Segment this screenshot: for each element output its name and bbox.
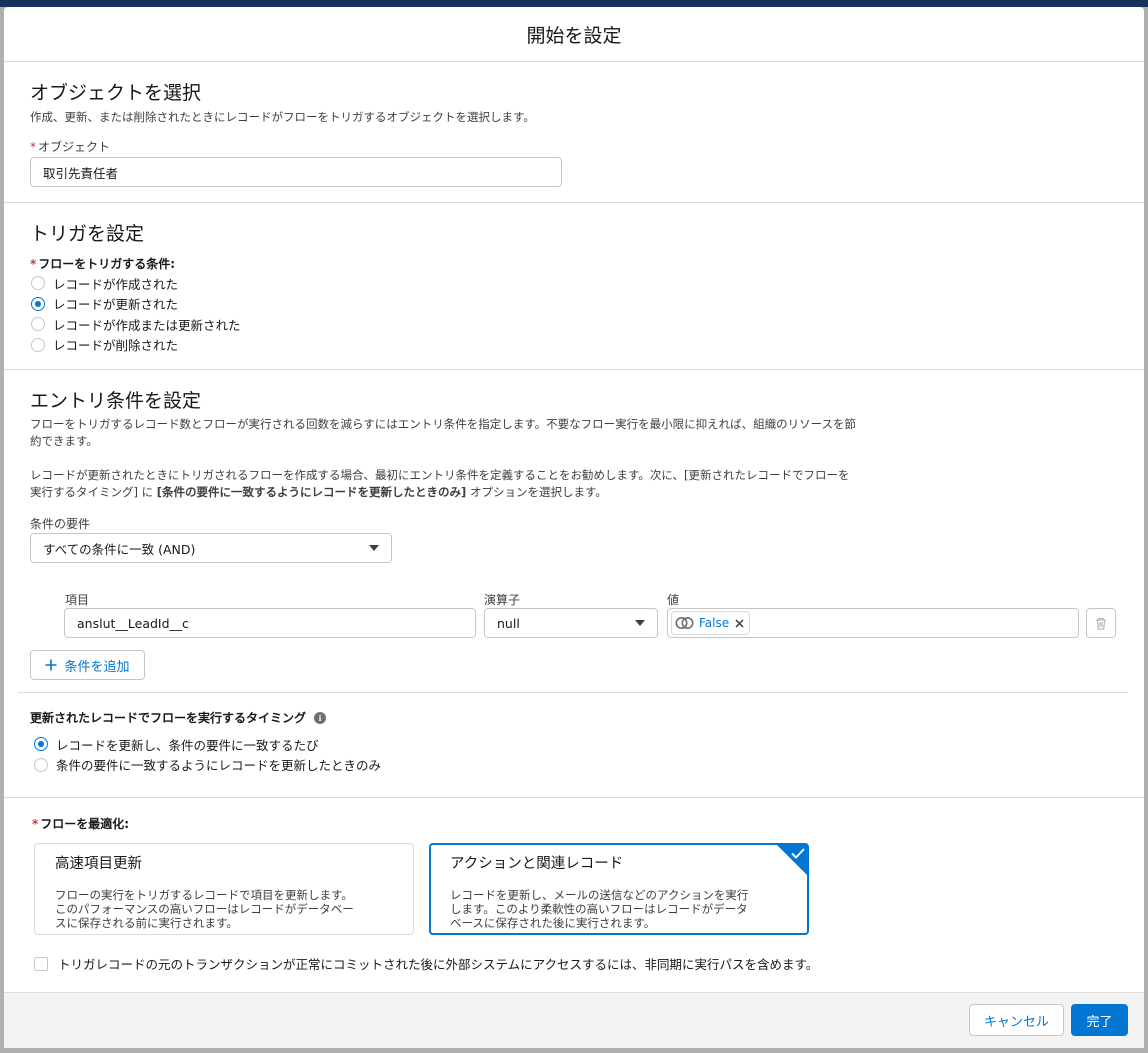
entry-conditions-section: エントリ条件を設定 フローをトリガするレコード数とフローが実行される回数を減らす… <box>4 370 1144 798</box>
card-desc-line: レコードを更新し、メールの送信などのアクションを実行 <box>450 888 749 902</box>
optimize-label-text: フローを最適化: <box>40 817 130 831</box>
object-input-value: 取引先責任者 <box>43 165 119 181</box>
background-app-header <box>0 0 1148 7</box>
radio-label: レコードが作成された <box>53 276 179 292</box>
trigger-option-created-or-updated[interactable]: レコードが作成または更新された <box>31 314 241 335</box>
required-marker: * <box>30 257 37 271</box>
card-title: アクションと関連レコード <box>450 856 624 872</box>
trigger-radio-group: レコードが作成された レコードが更新された レコードが作成または更新された レコ… <box>31 273 241 355</box>
radio-label: レコードが削除された <box>53 338 179 354</box>
done-button[interactable]: 完了 <box>1071 1004 1128 1036</box>
trigger-section: トリガを設定 * フローをトリガする条件: レコードが作成された レコードが更新さ… <box>4 203 1144 370</box>
entry-desc2-text-a: 実行するタイミング] に <box>30 485 157 499</box>
radio-label: レコードが更新された <box>53 297 179 313</box>
timing-option-every-update[interactable]: レコードを更新し、条件の要件に一致するたび <box>34 734 381 755</box>
condition-operator-value: null <box>497 615 520 631</box>
timing-label: 更新されたレコードでフローを実行するタイミング i <box>30 709 327 726</box>
value-pill: False <box>671 611 751 635</box>
radio-label: 条件の要件に一致するようにレコードを更新したときのみ <box>56 758 382 774</box>
requirement-label: 条件の要件 <box>30 517 91 531</box>
trash-icon <box>1096 617 1106 630</box>
entry-desc2-bold: [条件の要件に一致するようにレコードを更新したときのみ] <box>156 485 467 499</box>
card-desc-line: フローの実行をトリガするレコードで項目を更新します。 <box>55 888 353 902</box>
required-marker: * <box>30 140 36 154</box>
chevron-down-icon <box>635 620 645 626</box>
radio-label: レコードが作成または更新された <box>53 317 241 333</box>
timing-option-only-when-met[interactable]: 条件の要件に一致するようにレコードを更新したときのみ <box>34 755 381 776</box>
radio-button[interactable] <box>31 296 45 311</box>
condition-field-label: 項目 <box>65 593 90 607</box>
optimize-label: * フローを最適化: <box>32 815 129 832</box>
condition-field-input[interactable]: anslut__LeadId__c <box>64 608 476 638</box>
trigger-label-text: フローをトリガする条件: <box>38 257 176 271</box>
entry-section-description: フローをトリガするレコード数とフローが実行される回数を減らすにはエントリ条件を指… <box>30 416 870 501</box>
cancel-button[interactable]: キャンセル <box>969 1004 1064 1036</box>
object-section: オブジェクトを選択 作成、更新、または削除されたときにレコードがフローをトリガす… <box>4 62 1144 203</box>
delete-condition-button[interactable] <box>1086 608 1116 638</box>
async-path-label: トリガレコードの元のトランザクションが正常にコミットされた後に外部システムにアク… <box>58 957 819 972</box>
global-constant-icon <box>675 617 694 629</box>
trigger-section-title: トリガを設定 <box>30 223 145 245</box>
object-field-label: * オブジェクト <box>30 138 110 155</box>
entry-desc1-line2: 約できます。 <box>30 434 98 448</box>
actions-related-records-card[interactable]: アクションと関連レコード レコードを更新し、メールの送信などのアクションを実行 … <box>429 843 809 935</box>
entry-desc2-text-b: オプションを選択します。 <box>466 485 607 499</box>
entry-desc2-line1: レコードが更新されたときにトリガされるフローを作成する場合、最初にエントリ条件を… <box>30 468 850 482</box>
entry-desc2-line2: 実行するタイミング] に [条件の要件に一致するようにレコードを更新したときのみ… <box>30 484 870 501</box>
trigger-option-created[interactable]: レコードが作成された <box>31 273 241 294</box>
trigger-option-deleted[interactable]: レコードが削除された <box>31 335 241 356</box>
start-config-modal: 開始を設定 オブジェクトを選択 作成、更新、または削除されたときにレコードがフロ… <box>4 7 1144 1048</box>
radio-button[interactable] <box>34 757 48 772</box>
modal-footer: キャンセル 完了 <box>4 992 1144 1048</box>
entry-section-title: エントリ条件を設定 <box>30 390 202 412</box>
add-condition-label: 条件を追加 <box>64 659 130 675</box>
condition-value-label: 値 <box>667 593 680 607</box>
card-description: フローの実行をトリガするレコードで項目を更新します。 このパフォーマンスの高いフ… <box>55 888 393 930</box>
radio-label: レコードを更新し、条件の要件に一致するたび <box>56 737 319 753</box>
add-condition-button[interactable]: 条件を追加 <box>30 650 145 680</box>
condition-operator-select[interactable]: null <box>484 608 658 638</box>
check-icon <box>791 848 805 859</box>
card-desc-line: ベースに保存された後に実行されます。 <box>450 916 656 930</box>
async-path-option[interactable]: トリガレコードの元のトランザクションが正常にコミットされた後に外部システムにアク… <box>34 954 818 973</box>
requirement-select[interactable]: すべての条件に一致 (AND) <box>30 533 392 563</box>
card-title: 高速項目更新 <box>55 856 142 872</box>
trigger-option-updated[interactable]: レコードが更新された <box>31 294 241 315</box>
cancel-button-label: キャンセル <box>983 1014 1049 1030</box>
timing-divider <box>18 692 1128 693</box>
timing-label-text: 更新されたレコードでフローを実行するタイミング <box>30 711 307 725</box>
card-description: レコードを更新し、メールの送信などのアクションを実行 します。このより柔軟性の高… <box>450 888 788 930</box>
object-section-title: オブジェクトを選択 <box>30 82 202 104</box>
timing-radio-group: レコードを更新し、条件の要件に一致するたび 条件の要件に一致するようにレコードを… <box>34 734 381 775</box>
condition-operator-label: 演算子 <box>484 593 521 607</box>
trigger-label: * フローをトリガする条件: <box>30 255 175 272</box>
radio-button[interactable] <box>34 737 48 752</box>
entry-desc1-line1: フローをトリガするレコード数とフローが実行される回数を減らすにはエントリ条件を指… <box>30 417 857 431</box>
radio-button[interactable] <box>31 337 45 352</box>
info-icon[interactable]: i <box>314 711 327 724</box>
fast-field-updates-card[interactable]: 高速項目更新 フローの実行をトリガするレコードで項目を更新します。 このパフォー… <box>34 843 414 935</box>
modal-header: 開始を設定 <box>4 7 1144 62</box>
optimize-section: * フローを最適化: 高速項目更新 フローの実行をトリガするレコードで項目を更新し… <box>4 798 1144 994</box>
requirement-select-value: すべての条件に一致 (AND) <box>43 541 196 557</box>
close-icon[interactable] <box>735 618 744 628</box>
plus-icon <box>45 659 57 671</box>
card-desc-line: スに保存される前に実行されます。 <box>55 916 238 930</box>
radio-button[interactable] <box>31 317 45 332</box>
object-input[interactable]: 取引先責任者 <box>30 157 562 187</box>
card-desc-line: このパフォーマンスの高いフローはレコードがデータベー <box>55 902 354 916</box>
modal-title: 開始を設定 <box>526 24 622 47</box>
object-section-description: 作成、更新、または削除されたときにレコードがフローをトリガするオブジェクトを選択… <box>30 110 535 124</box>
value-pill-label: False <box>699 616 730 630</box>
condition-value-input[interactable]: False <box>667 608 1079 638</box>
chevron-down-icon <box>369 545 379 551</box>
condition-field-value: anslut__LeadId__c <box>77 615 189 631</box>
required-marker: * <box>32 817 39 831</box>
radio-button[interactable] <box>31 276 45 291</box>
done-button-label: 完了 <box>1086 1014 1113 1030</box>
object-field-label-text: オブジェクト <box>38 140 111 154</box>
card-desc-line: します。このより柔軟性の高いフローはレコードがデータ <box>450 902 748 916</box>
async-path-checkbox[interactable] <box>34 956 48 971</box>
